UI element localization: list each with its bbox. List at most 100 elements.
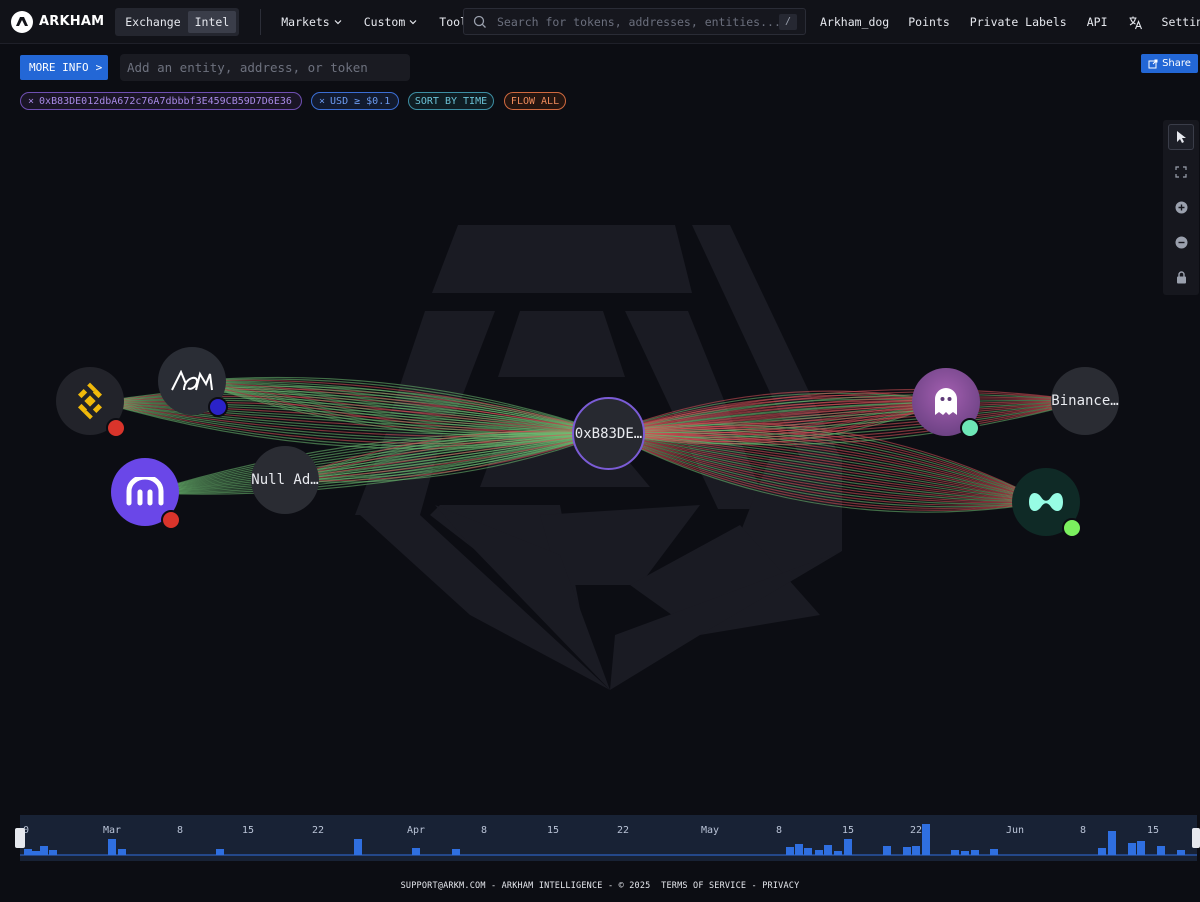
privacy-link[interactable]: PRIVACY — [762, 881, 799, 891]
zoom-out-tool[interactable] — [1168, 229, 1194, 255]
timeline-bar[interactable] — [1137, 841, 1145, 855]
arkham-logo[interactable]: ARKHAM — [10, 10, 104, 34]
fit-screen-icon — [1175, 166, 1187, 178]
share-button[interactable]: Share — [1141, 54, 1198, 73]
select-tool[interactable] — [1168, 124, 1194, 150]
timeline-bar[interactable] — [903, 847, 911, 855]
timeline-bar[interactable] — [354, 839, 362, 855]
timeline-start-handle[interactable] — [15, 828, 25, 848]
ghost-logo-icon — [935, 388, 957, 415]
timeline-bar[interactable] — [108, 839, 116, 855]
markets-menu-label: Markets — [281, 14, 330, 29]
timeline-label: Mar — [103, 825, 122, 836]
timeline-bar[interactable] — [951, 850, 959, 855]
timeline-bar[interactable] — [844, 839, 852, 855]
nav-divider — [260, 8, 262, 35]
center-address-node[interactable]: 0xB83DE… — [572, 397, 645, 470]
chevron-down-icon — [409, 19, 417, 24]
share-label: Share — [1162, 58, 1191, 69]
timeline-bar[interactable] — [912, 846, 920, 855]
chevron-right-icon: > — [95, 61, 103, 74]
hyperliquid-node[interactable] — [1012, 468, 1082, 538]
address-filter-chip[interactable]: × 0xB83DE012dbA672c76A7dbbbf3E459CB59D7D… — [20, 92, 302, 110]
acm-node[interactable] — [158, 347, 228, 417]
timeline-bar[interactable] — [1177, 850, 1185, 855]
footer-support-text: SUPPORT@ARKM.COM - ARKHAM INTELLIGENCE -… — [400, 881, 651, 891]
brand-name: ARKHAM — [39, 14, 105, 29]
zoom-out-icon — [1175, 236, 1187, 248]
timeline-bar[interactable] — [990, 849, 998, 855]
usd-filter-label: USD ≥ $0.1 — [330, 95, 391, 107]
timeline-bars — [20, 824, 1197, 856]
timeline-bar[interactable] — [1157, 846, 1165, 855]
timeline-bar[interactable] — [40, 846, 48, 855]
remove-filter-icon[interactable]: × — [28, 96, 34, 107]
timeline-bar[interactable] — [971, 850, 979, 855]
timeline-bar[interactable] — [834, 851, 842, 855]
timeline-bar[interactable] — [815, 850, 823, 855]
custom-menu[interactable]: Custom — [364, 15, 418, 29]
binance-node[interactable] — [56, 367, 126, 438]
center-address-label: 0xB83DE… — [574, 425, 643, 442]
ghost-node-badge — [960, 418, 980, 438]
settings-link[interactable]: Settings — [1162, 15, 1200, 29]
exchange-tab[interactable]: Exchange — [118, 11, 187, 33]
more-info-button[interactable]: MORE INFO > — [20, 55, 108, 80]
api-link[interactable]: API — [1087, 15, 1108, 29]
translate-icon[interactable] — [1128, 15, 1143, 30]
lock-icon — [1176, 270, 1186, 283]
timeline-bar[interactable] — [883, 846, 891, 855]
timeline-bar[interactable] — [795, 844, 803, 855]
timeline-bar[interactable] — [824, 845, 832, 855]
hyperliquid-node-badge — [1062, 518, 1082, 538]
terms-of-service-link[interactable]: TERMS OF SERVICE — [661, 881, 746, 891]
cursor-icon — [1177, 131, 1186, 143]
null-address-node[interactable]: Null Ad… — [251, 446, 319, 514]
share-icon — [1148, 59, 1158, 68]
flow-label: FLOW ALL — [510, 95, 560, 107]
timeline-bar[interactable] — [922, 824, 930, 855]
add-entity-input[interactable] — [120, 54, 410, 81]
timeline-end-handle[interactable] — [1192, 828, 1200, 848]
search-input[interactable] — [497, 14, 779, 29]
global-search: / — [463, 8, 806, 35]
timeline-bar[interactable] — [24, 849, 32, 855]
binance-address-node[interactable]: Binance… — [1051, 367, 1119, 435]
sort-by-time-chip[interactable]: SORT BY TIME — [408, 92, 494, 110]
timeline-bar[interactable] — [412, 848, 420, 855]
timeline-bar[interactable] — [32, 851, 40, 855]
fit-screen-tool[interactable] — [1168, 159, 1194, 185]
flow-all-chip[interactable]: FLOW ALL — [504, 92, 566, 110]
chevron-down-icon — [334, 19, 342, 24]
zoom-in-tool[interactable] — [1168, 194, 1194, 220]
timeline-bar[interactable] — [118, 849, 126, 855]
graph-tools-panel — [1163, 120, 1199, 295]
lock-tool[interactable] — [1168, 264, 1194, 290]
points-link[interactable]: Points — [908, 15, 950, 29]
timeline-label: 15 — [842, 825, 855, 836]
timeline-bar[interactable] — [786, 847, 794, 855]
usd-filter-chip[interactable]: × USD ≥ $0.1 — [311, 92, 399, 110]
kraken-logo-icon — [126, 477, 164, 506]
timeline-bar[interactable] — [452, 849, 460, 855]
remove-filter-icon[interactable]: × — [319, 96, 325, 107]
timeline-bar[interactable] — [49, 850, 57, 855]
timeline-histogram[interactable]: 0 Mar 8 15 22 Apr 8 15 22 May 8 15 22 Jun 8 15 — [20, 815, 1197, 861]
intel-tab[interactable]: Intel — [187, 10, 237, 33]
ghost-node[interactable] — [912, 368, 980, 438]
user-profile-link[interactable]: Arkham_dog — [820, 15, 889, 29]
timeline-bar[interactable] — [1108, 831, 1116, 855]
kraken-node[interactable] — [111, 458, 181, 530]
acm-node-badge — [208, 397, 228, 417]
timeline-label: 8 — [177, 825, 184, 836]
binance-logo-icon — [77, 382, 103, 420]
timeline-bar[interactable] — [804, 848, 812, 855]
timeline-bar[interactable] — [1128, 843, 1136, 855]
private-labels-link[interactable]: Private Labels — [970, 15, 1067, 29]
graph-canvas[interactable]: Null Ad… 0xB83DE… Binance… — [0, 115, 1200, 815]
markets-menu[interactable]: Markets — [281, 14, 342, 29]
timeline-bar[interactable] — [216, 849, 224, 855]
timeline-bar[interactable] — [1098, 848, 1106, 855]
timeline-bar[interactable] — [961, 851, 969, 855]
timeline-label: 15 — [547, 825, 560, 836]
